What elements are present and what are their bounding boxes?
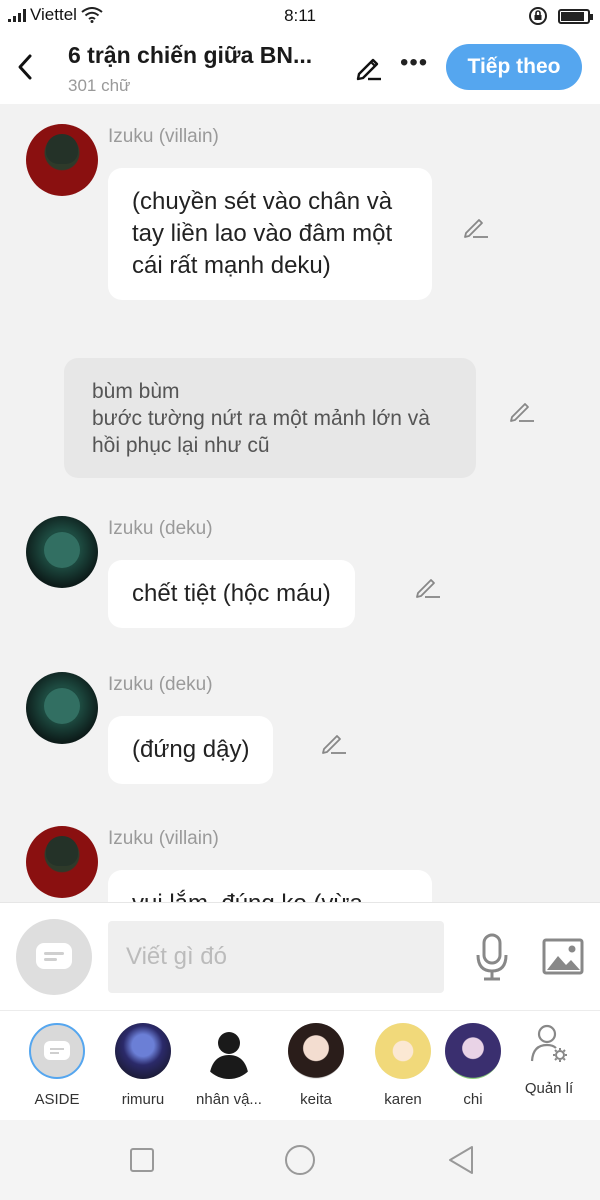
default-person-avatar	[201, 1023, 257, 1079]
aside-avatar	[29, 1023, 85, 1079]
edit-message-icon[interactable]	[508, 396, 536, 424]
character-label: rimuru	[121, 1091, 165, 1108]
chat-story-screen: Viettel 8:11 6 trận chiến giữa BN... 301…	[0, 0, 600, 1200]
rimuru-avatar	[115, 1023, 171, 1079]
character-keita[interactable]: keita	[276, 1023, 356, 1108]
microphone-icon[interactable]	[474, 933, 510, 981]
message-bubble[interactable]: chết tiệt (hộc máu)	[108, 560, 355, 628]
character-aside[interactable]: ASIDE	[17, 1023, 97, 1108]
back-arrow-icon[interactable]	[14, 52, 38, 82]
manage-label: Quản lí	[524, 1080, 574, 1097]
rotation-lock-icon	[529, 7, 547, 25]
person-silhouette-icon	[209, 1032, 249, 1079]
battery-fill	[561, 11, 584, 21]
avatar-izuku-villain[interactable]	[26, 826, 98, 898]
character-name: Izuku (deku)	[108, 674, 213, 695]
character-name: Izuku (deku)	[108, 518, 213, 539]
avatar-izuku-villain[interactable]	[26, 124, 98, 196]
character-label: ASIDE	[34, 1091, 80, 1108]
keita-avatar	[288, 1023, 344, 1079]
message-input[interactable]	[108, 921, 444, 993]
edit-message-icon[interactable]	[414, 572, 442, 600]
character-karen[interactable]: karen	[363, 1023, 443, 1108]
clock: 8:11	[284, 6, 316, 25]
story-title[interactable]: 6 trận chiến giữa BN...	[68, 42, 338, 69]
status-bar: Viettel 8:11	[0, 0, 600, 32]
karen-avatar	[375, 1023, 431, 1079]
avatar-izuku-deku[interactable]	[26, 672, 98, 744]
aside-icon	[44, 1041, 70, 1060]
character-label: chi	[463, 1091, 483, 1108]
home-icon[interactable]	[284, 1144, 316, 1176]
status-right	[528, 6, 593, 26]
aside-line: bùm bùm	[92, 380, 180, 403]
recent-apps-icon[interactable]	[126, 1144, 158, 1176]
manage-characters-button[interactable]: Quản lí	[514, 1023, 584, 1097]
message-bubble[interactable]: vui lắm, đúng ko (vừa	[108, 870, 432, 902]
next-button[interactable]: Tiếp theo	[446, 44, 582, 90]
image-icon[interactable]	[542, 937, 584, 977]
character-label: nhân vậ...	[196, 1091, 262, 1108]
aside-bubble[interactable]: bùm bùm bước tường nứt ra một mảnh lớn v…	[64, 358, 476, 478]
character-selector: ASIDE rimuru nhân vậ... keita karen chi …	[0, 1010, 600, 1120]
character-chi[interactable]: chi	[441, 1023, 505, 1108]
character-label: karen	[384, 1091, 422, 1108]
chi-avatar	[445, 1023, 501, 1079]
back-triangle-icon[interactable]	[446, 1144, 478, 1176]
character-name: Izuku (villain)	[108, 126, 219, 147]
character-label: keita	[300, 1091, 332, 1108]
more-options-icon[interactable]: •••	[400, 50, 428, 80]
edit-message-icon[interactable]	[462, 212, 490, 240]
edit-title-icon[interactable]	[354, 52, 384, 82]
word-count: 301 chữ	[68, 76, 131, 95]
system-nav-bar	[0, 1120, 600, 1200]
character-name: Izuku (villain)	[108, 828, 219, 849]
battery-icon	[558, 8, 593, 24]
message-bubble[interactable]: (chuyền sét vào chân và tay liền lao vào…	[108, 168, 432, 300]
editor-header: 6 trận chiến giữa BN... 301 chữ ••• Tiếp…	[0, 32, 600, 104]
aside-line: bước tường nứt ra một mảnh lớn và hồi ph…	[92, 407, 430, 457]
manage-person-gear-icon	[530, 1024, 567, 1062]
aside-mode-button[interactable]	[16, 919, 92, 995]
avatar-izuku-deku[interactable]	[26, 516, 98, 588]
aside-icon	[36, 943, 72, 969]
compose-bar	[0, 902, 600, 1010]
character-rimuru[interactable]: rimuru	[103, 1023, 183, 1108]
character-placeholder[interactable]: nhân vậ...	[189, 1023, 269, 1108]
message-list[interactable]: Izuku (villain) (chuyền sét vào chân và …	[0, 104, 600, 902]
message-bubble[interactable]: (đứng dậy)	[108, 716, 274, 784]
edit-message-icon[interactable]	[320, 728, 348, 756]
